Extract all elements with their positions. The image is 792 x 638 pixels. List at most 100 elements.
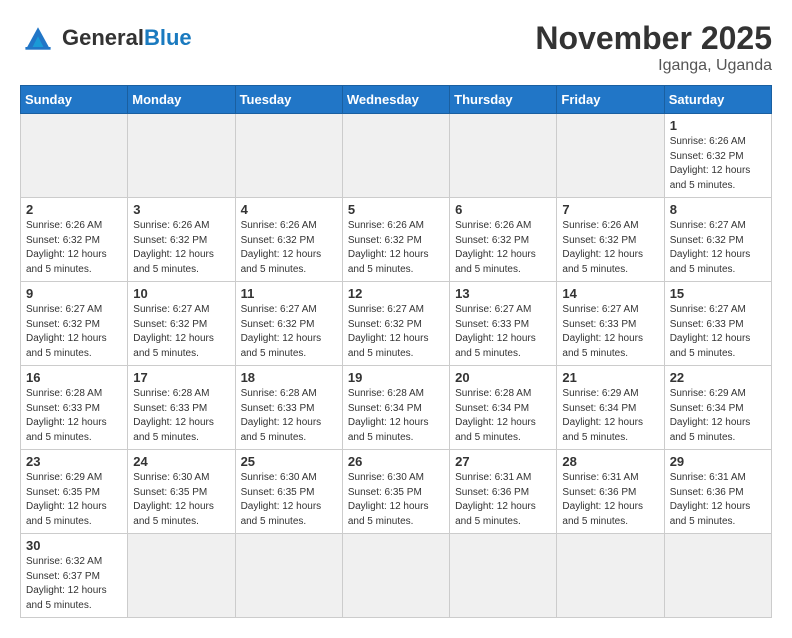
calendar-day-cell: 5 Sunrise: 6:26 AMSunset: 6:32 PMDaylight… xyxy=(342,198,449,282)
calendar-day-cell xyxy=(235,534,342,618)
day-info: Sunrise: 6:28 AMSunset: 6:34 PMDaylight:… xyxy=(455,387,551,445)
day-number: 13 xyxy=(455,286,551,301)
calendar-day-cell xyxy=(557,114,664,198)
calendar-day-cell xyxy=(235,114,342,198)
calendar-day-cell xyxy=(128,114,235,198)
col-sunday: Sunday xyxy=(21,86,128,114)
day-number: 11 xyxy=(241,286,337,301)
day-info: Sunrise: 6:27 AMSunset: 6:33 PMDaylight:… xyxy=(455,303,551,361)
day-number: 1 xyxy=(670,118,766,133)
day-info: Sunrise: 6:26 AMSunset: 6:32 PMDaylight:… xyxy=(241,219,337,277)
calendar-day-cell xyxy=(450,534,557,618)
day-number: 6 xyxy=(455,202,551,217)
logo-icon xyxy=(20,20,56,56)
day-info: Sunrise: 6:30 AMSunset: 6:35 PMDaylight:… xyxy=(241,471,337,529)
calendar-day-cell: 25 Sunrise: 6:30 AMSunset: 6:35 PMDayligh… xyxy=(235,450,342,534)
day-info: Sunrise: 6:27 AMSunset: 6:33 PMDaylight:… xyxy=(562,303,658,361)
calendar: Sunday Monday Tuesday Wednesday Thursday… xyxy=(20,85,772,618)
day-info: Sunrise: 6:27 AMSunset: 6:32 PMDaylight:… xyxy=(26,303,122,361)
day-number: 19 xyxy=(348,370,444,385)
day-info: Sunrise: 6:26 AMSunset: 6:32 PMDaylight:… xyxy=(348,219,444,277)
location: Iganga, Uganda xyxy=(535,57,772,75)
day-info: Sunrise: 6:29 AMSunset: 6:35 PMDaylight:… xyxy=(26,471,122,529)
calendar-day-cell: 10 Sunrise: 6:27 AMSunset: 6:32 PMDayligh… xyxy=(128,282,235,366)
calendar-day-cell: 20 Sunrise: 6:28 AMSunset: 6:34 PMDayligh… xyxy=(450,366,557,450)
day-number: 12 xyxy=(348,286,444,301)
calendar-day-cell xyxy=(342,114,449,198)
day-number: 5 xyxy=(348,202,444,217)
calendar-day-cell: 3Sunrise: 6:26 AMSunset: 6:32 PMDaylight… xyxy=(128,198,235,282)
calendar-day-cell: 17 Sunrise: 6:28 AMSunset: 6:33 PMDayligh… xyxy=(128,366,235,450)
calendar-header-row: Sunday Monday Tuesday Wednesday Thursday… xyxy=(21,86,772,114)
day-info: Sunrise: 6:28 AMSunset: 6:33 PMDaylight:… xyxy=(26,387,122,445)
col-wednesday: Wednesday xyxy=(342,86,449,114)
col-monday: Monday xyxy=(128,86,235,114)
day-info: Sunrise: 6:32 AMSunset: 6:37 PMDaylight:… xyxy=(26,555,122,613)
day-info: Sunrise: 6:30 AMSunset: 6:35 PMDaylight:… xyxy=(348,471,444,529)
calendar-day-cell xyxy=(342,534,449,618)
logo: GeneralBlue xyxy=(20,20,192,56)
day-info: Sunrise: 6:26 AMSunset: 6:32 PMDaylight:… xyxy=(670,135,766,193)
calendar-day-cell: 23 Sunrise: 6:29 AMSunset: 6:35 PMDayligh… xyxy=(21,450,128,534)
day-info: Sunrise: 6:28 AMSunset: 6:33 PMDaylight:… xyxy=(241,387,337,445)
calendar-day-cell: 9Sunrise: 6:27 AMSunset: 6:32 PMDaylight… xyxy=(21,282,128,366)
day-info: Sunrise: 6:29 AMSunset: 6:34 PMDaylight:… xyxy=(562,387,658,445)
calendar-day-cell: 26 Sunrise: 6:30 AMSunset: 6:35 PMDayligh… xyxy=(342,450,449,534)
calendar-day-cell xyxy=(450,114,557,198)
day-number: 7 xyxy=(562,202,658,217)
day-info: Sunrise: 6:26 AMSunset: 6:32 PMDaylight:… xyxy=(133,219,229,277)
day-number: 8 xyxy=(670,202,766,217)
calendar-day-cell: 24 Sunrise: 6:30 AMSunset: 6:35 PMDayligh… xyxy=(128,450,235,534)
day-info: Sunrise: 6:31 AMSunset: 6:36 PMDaylight:… xyxy=(670,471,766,529)
calendar-week-row: 2Sunrise: 6:26 AMSunset: 6:32 PMDaylight… xyxy=(21,198,772,282)
day-number: 28 xyxy=(562,454,658,469)
day-number: 15 xyxy=(670,286,766,301)
day-info: Sunrise: 6:30 AMSunset: 6:35 PMDaylight:… xyxy=(133,471,229,529)
day-number: 21 xyxy=(562,370,658,385)
day-info: Sunrise: 6:26 AMSunset: 6:32 PMDaylight:… xyxy=(562,219,658,277)
day-number: 23 xyxy=(26,454,122,469)
day-number: 30 xyxy=(26,538,122,553)
day-info: Sunrise: 6:27 AMSunset: 6:32 PMDaylight:… xyxy=(241,303,337,361)
day-info: Sunrise: 6:31 AMSunset: 6:36 PMDaylight:… xyxy=(562,471,658,529)
calendar-day-cell: 7 Sunrise: 6:26 AMSunset: 6:32 PMDaylight… xyxy=(557,198,664,282)
page-header: GeneralBlue November 2025 Iganga, Uganda xyxy=(20,20,772,75)
day-number: 22 xyxy=(670,370,766,385)
calendar-day-cell: 13 Sunrise: 6:27 AMSunset: 6:33 PMDayligh… xyxy=(450,282,557,366)
calendar-week-row: 30 Sunrise: 6:32 AMSunset: 6:37 PMDayligh… xyxy=(21,534,772,618)
calendar-day-cell: 4 Sunrise: 6:26 AMSunset: 6:32 PMDaylight… xyxy=(235,198,342,282)
calendar-day-cell: 15Sunrise: 6:27 AMSunset: 6:33 PMDayligh… xyxy=(664,282,771,366)
calendar-day-cell xyxy=(21,114,128,198)
day-info: Sunrise: 6:31 AMSunset: 6:36 PMDaylight:… xyxy=(455,471,551,529)
day-number: 20 xyxy=(455,370,551,385)
day-number: 17 xyxy=(133,370,229,385)
title-block: November 2025 Iganga, Uganda xyxy=(535,20,772,75)
day-number: 4 xyxy=(241,202,337,217)
calendar-day-cell: 6 Sunrise: 6:26 AMSunset: 6:32 PMDaylight… xyxy=(450,198,557,282)
calendar-day-cell: 8 Sunrise: 6:27 AMSunset: 6:32 PMDaylight… xyxy=(664,198,771,282)
col-saturday: Saturday xyxy=(664,86,771,114)
calendar-day-cell: 28 Sunrise: 6:31 AMSunset: 6:36 PMDayligh… xyxy=(557,450,664,534)
day-info: Sunrise: 6:28 AMSunset: 6:33 PMDaylight:… xyxy=(133,387,229,445)
calendar-day-cell xyxy=(128,534,235,618)
day-number: 16 xyxy=(26,370,122,385)
calendar-day-cell: 18Sunrise: 6:28 AMSunset: 6:33 PMDayligh… xyxy=(235,366,342,450)
day-info: Sunrise: 6:26 AMSunset: 6:32 PMDaylight:… xyxy=(455,219,551,277)
calendar-day-cell: 29Sunrise: 6:31 AMSunset: 6:36 PMDayligh… xyxy=(664,450,771,534)
day-number: 26 xyxy=(348,454,444,469)
day-info: Sunrise: 6:27 AMSunset: 6:32 PMDaylight:… xyxy=(670,219,766,277)
day-info: Sunrise: 6:27 AMSunset: 6:32 PMDaylight:… xyxy=(133,303,229,361)
calendar-day-cell: 21 Sunrise: 6:29 AMSunset: 6:34 PMDayligh… xyxy=(557,366,664,450)
calendar-day-cell: 11 Sunrise: 6:27 AMSunset: 6:32 PMDayligh… xyxy=(235,282,342,366)
day-number: 25 xyxy=(241,454,337,469)
col-thursday: Thursday xyxy=(450,86,557,114)
calendar-day-cell: 12Sunrise: 6:27 AMSunset: 6:32 PMDayligh… xyxy=(342,282,449,366)
calendar-day-cell: 19 Sunrise: 6:28 AMSunset: 6:34 PMDayligh… xyxy=(342,366,449,450)
calendar-day-cell: 1 Sunrise: 6:26 AMSunset: 6:32 PMDaylight… xyxy=(664,114,771,198)
day-info: Sunrise: 6:28 AMSunset: 6:34 PMDaylight:… xyxy=(348,387,444,445)
calendar-day-cell: 14Sunrise: 6:27 AMSunset: 6:33 PMDayligh… xyxy=(557,282,664,366)
day-number: 24 xyxy=(133,454,229,469)
logo-text: GeneralBlue xyxy=(62,27,192,50)
month-title: November 2025 xyxy=(535,20,772,57)
day-number: 10 xyxy=(133,286,229,301)
